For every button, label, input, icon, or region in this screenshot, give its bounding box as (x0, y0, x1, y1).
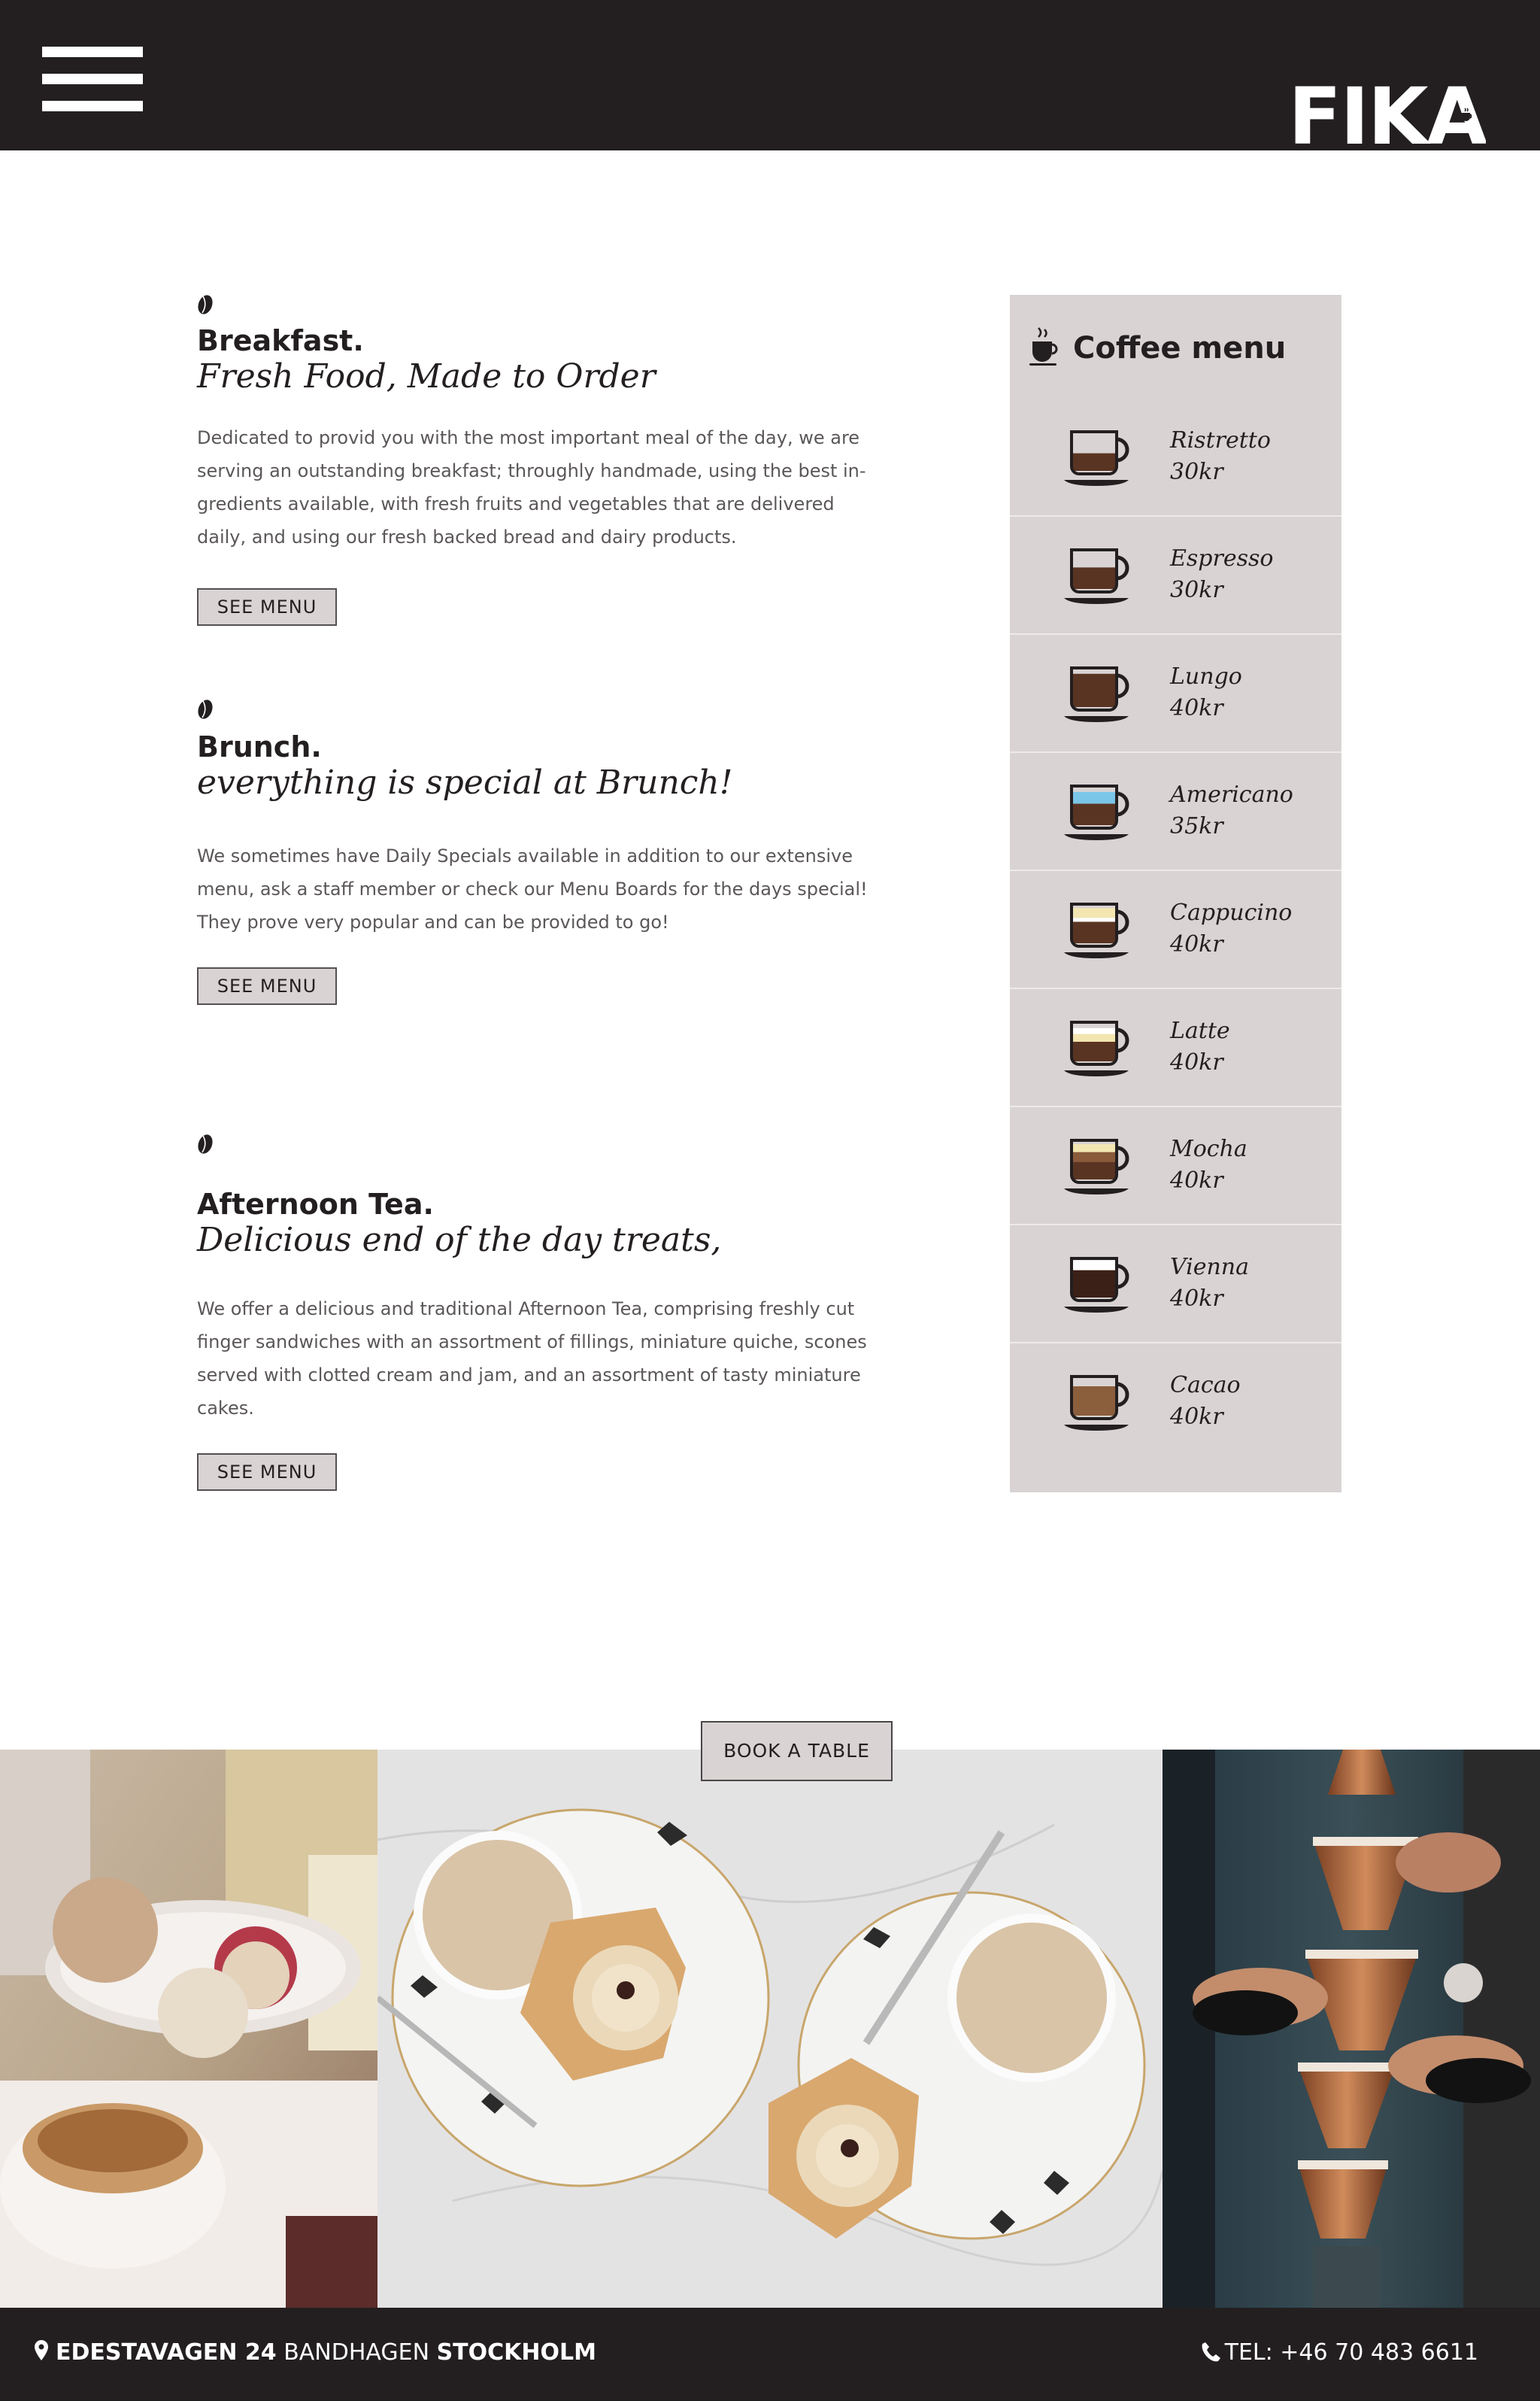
coffee-price: 40kr (1170, 1049, 1223, 1076)
coffee-price: 40kr (1170, 931, 1223, 958)
see-menu-button[interactable]: SEE MENU (197, 588, 337, 626)
site-footer: EDESTAVAGEN 24 BANDHAGEN STOCKHOLM TEL: … (0, 2308, 1540, 2401)
coffee-name: Cappucino (1170, 900, 1293, 926)
book-a-table-button[interactable]: BOOK A TABLE (701, 1721, 893, 1781)
cappucino-cup-icon (1064, 903, 1129, 958)
see-menu-button[interactable]: SEE MENU (197, 1453, 337, 1491)
coffee-menu-item[interactable]: Espresso 30kr (1010, 517, 1341, 635)
coffee-and-cupcakes-photo (377, 1750, 1163, 2308)
pour-over-coffee-photo (1163, 1750, 1540, 2308)
hamburger-menu-icon[interactable] (42, 47, 143, 111)
section-title: Afternoon Tea. (197, 1188, 434, 1221)
mocha-cup-icon (1064, 1139, 1129, 1194)
site-header: FIKA (0, 0, 1540, 150)
coffee-menu-panel: Coffee menu Ristretto 30kr Espresso 30kr Lun… (1010, 295, 1341, 1492)
coffee-menu-item[interactable]: Ristretto 30kr (1010, 399, 1341, 517)
location-pin-icon (35, 2340, 48, 2360)
coffee-name: Americano (1170, 782, 1293, 808)
coffee-menu-item[interactable]: Cacao 40kr (1010, 1343, 1341, 1462)
breakfast-section: Breakfast. Fresh Food, Made to Order Ded… (197, 293, 904, 627)
brunch-section: Brunch. everything is special at Brunch!… (197, 698, 904, 1006)
coffee-menu-title: Coffee menu (1073, 331, 1287, 366)
phone-icon (1202, 2342, 1220, 2362)
latte-cup-icon (1064, 1021, 1129, 1076)
address-city: STOCKHOLM (436, 2339, 596, 2366)
afternoon-tea-section: Afternoon Tea. Delicious end of the day … (197, 1133, 904, 1494)
coffee-bean-icon (198, 1134, 213, 1154)
section-description: Dedicated to provid you with the most im… (197, 427, 866, 548)
address-street: EDESTAVAGEN 24 (56, 2339, 277, 2366)
coffee-menu-item[interactable]: Latte 40kr (1010, 989, 1341, 1107)
section-subtitle: Delicious end of the day treats, (197, 1221, 722, 1259)
ristretto-cup-icon (1064, 430, 1129, 486)
coffee-menu-item[interactable]: Mocha 40kr (1010, 1107, 1341, 1225)
coffee-menu-item[interactable]: Americano 35kr (1010, 753, 1341, 871)
menu-bar (42, 47, 143, 57)
logo-cup-icon (1462, 108, 1472, 121)
cacao-cup-icon (1064, 1375, 1129, 1431)
coffee-price: 35kr (1170, 813, 1223, 839)
section-title: Breakfast. (197, 324, 364, 357)
coffee-price: 40kr (1170, 1285, 1223, 1312)
section-description: We sometimes have Daily Specials availab… (197, 845, 868, 933)
coffee-price: 30kr (1170, 577, 1223, 603)
coffee-bean-icon (198, 295, 213, 314)
coffee-bean-icon (198, 700, 213, 719)
coffee-menu-item[interactable]: Cappucino 40kr (1010, 871, 1341, 989)
coffee-menu-header: Coffee menu (1028, 325, 1329, 378)
coffee-price: 40kr (1170, 695, 1223, 721)
coffee-name: Lungo (1170, 663, 1242, 690)
coffee-price: 40kr (1170, 1167, 1223, 1194)
coffee-price: 40kr (1170, 1404, 1223, 1430)
address[interactable]: EDESTAVAGEN 24 BANDHAGEN STOCKHOLM (33, 2338, 596, 2368)
coffee-price: 30kr (1170, 459, 1223, 485)
see-menu-button[interactable]: SEE MENU (197, 967, 337, 1005)
menu-bar (42, 74, 143, 84)
coffee-name: Mocha (1170, 1136, 1247, 1162)
coffee-cup-icon (1029, 327, 1058, 366)
coffee-menu-item[interactable]: Vienna 40kr (1010, 1225, 1341, 1343)
menu-bar (42, 101, 143, 111)
lungo-cup-icon (1064, 666, 1129, 722)
americano-cup-icon (1064, 785, 1129, 840)
section-title: Brunch. (197, 730, 322, 763)
coffee-name: Latte (1170, 1018, 1230, 1044)
vienna-cup-icon (1064, 1257, 1129, 1313)
coffee-name: Vienna (1170, 1254, 1250, 1280)
telephone-number: TEL: +46 70 483 6611 (1224, 2339, 1478, 2366)
section-subtitle: Fresh Food, Made to Order (197, 357, 656, 396)
address-area: BANDHAGEN (283, 2339, 430, 2366)
coffee-name: Cacao (1170, 1372, 1241, 1398)
espresso-cup-icon (1064, 548, 1129, 604)
afternoon-tea-photo (0, 1750, 377, 2308)
section-subtitle: everything is special at Brunch! (197, 763, 733, 802)
fika-logo[interactable]: FIKA (1288, 83, 1486, 150)
coffee-menu-item[interactable]: Lungo 40kr (1010, 635, 1341, 753)
coffee-name: Espresso (1170, 545, 1274, 572)
section-description: We offer a delicious and traditional Aft… (197, 1298, 867, 1419)
telephone[interactable]: TEL: +46 70 483 6611 (1201, 2338, 1478, 2368)
coffee-name: Ristretto (1170, 427, 1271, 454)
